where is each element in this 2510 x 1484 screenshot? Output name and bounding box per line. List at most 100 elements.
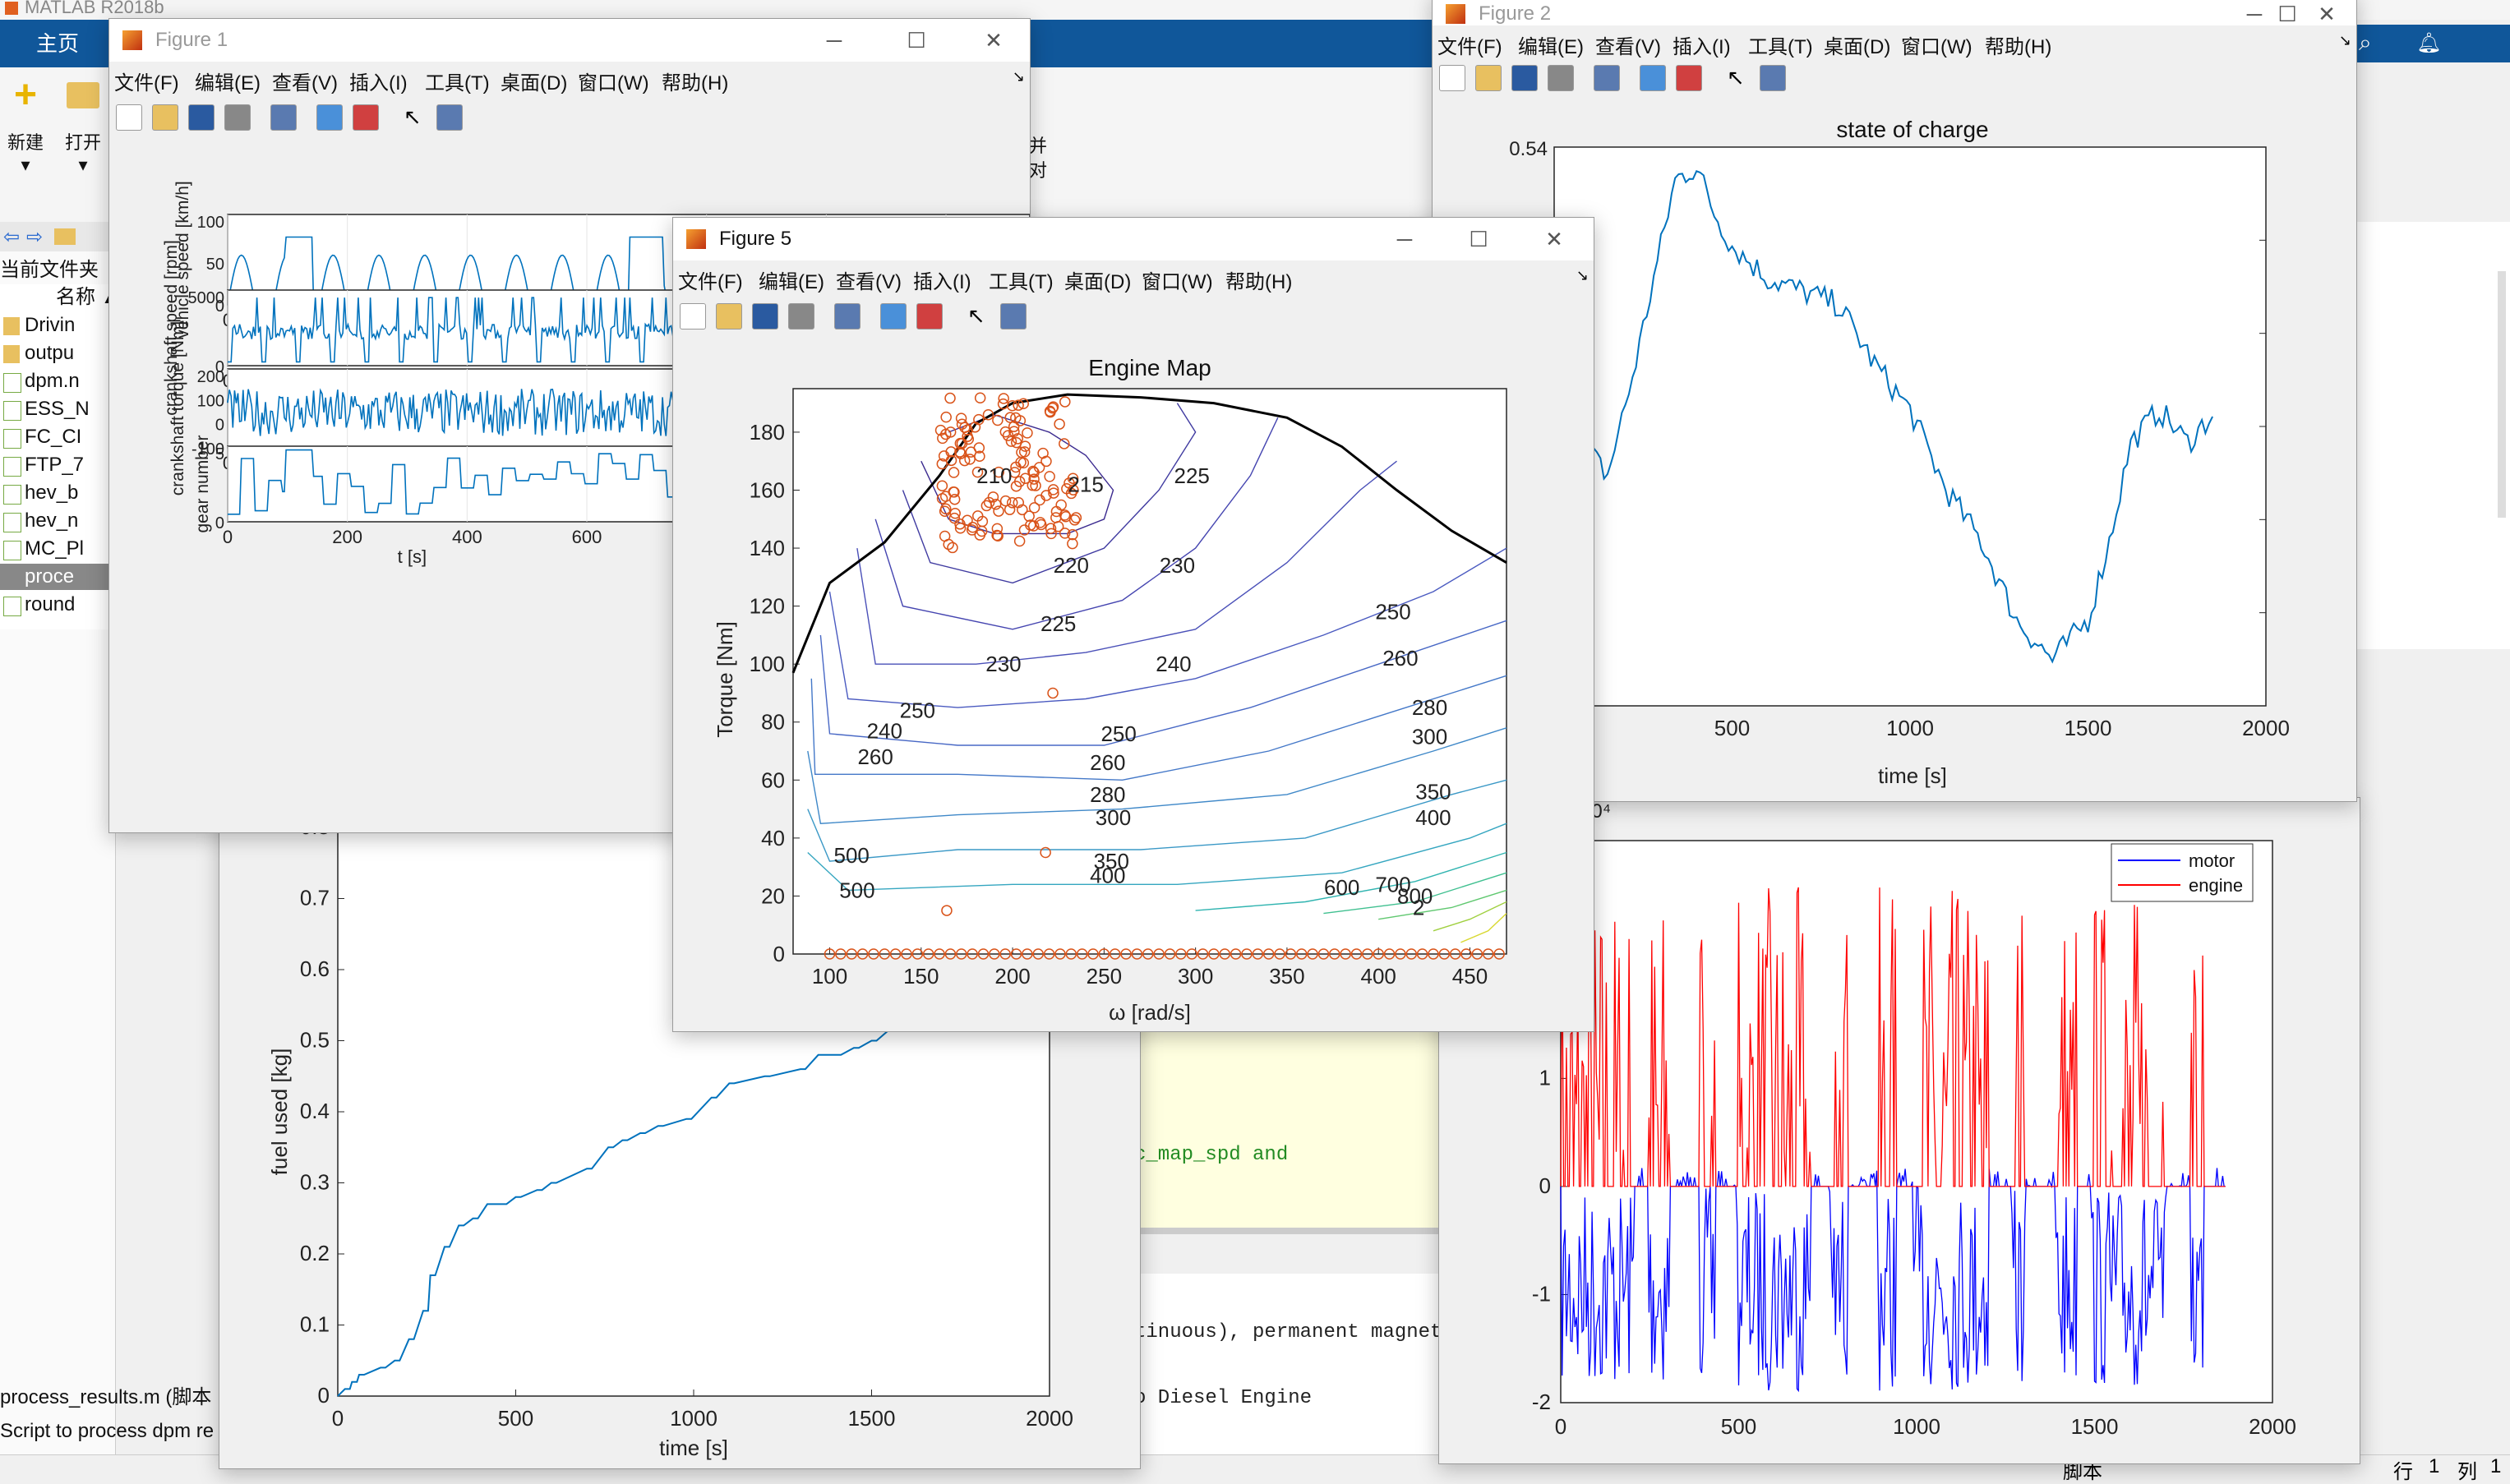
dock-arrow-icon[interactable]: ↘ bbox=[2339, 32, 2351, 49]
pointer-icon[interactable]: ↖ bbox=[1727, 65, 1751, 90]
maximize-button[interactable]: ☐ bbox=[2271, 0, 2304, 29]
print-icon[interactable] bbox=[788, 303, 814, 330]
new-figure-icon[interactable] bbox=[680, 303, 706, 330]
figure-1-titlebar[interactable]: Figure 1 ─ ☐ ✕ bbox=[109, 19, 1030, 62]
file-item[interactable]: hev_n bbox=[3, 508, 78, 534]
contour-label: 400 bbox=[1090, 864, 1125, 888]
figure-5-titlebar[interactable]: Figure 5 ─ ☐ ✕ bbox=[673, 218, 1594, 260]
menu-item-5[interactable]: 桌面(D) bbox=[1824, 30, 1890, 59]
ribbon-search[interactable]: ⌕ 🔔︎ bbox=[2351, 25, 2510, 62]
maximize-button[interactable]: ☐ bbox=[900, 25, 933, 55]
tick-label: 500 bbox=[1714, 716, 1750, 740]
minimize-button[interactable]: ─ bbox=[1388, 224, 1421, 254]
back-arrow-icon[interactable]: ⇦ bbox=[3, 225, 20, 249]
close-button[interactable]: ✕ bbox=[1538, 224, 1571, 254]
print-icon[interactable] bbox=[1548, 65, 1574, 91]
menu-item-1[interactable]: 编辑(E) bbox=[1518, 30, 1584, 59]
file-item[interactable]: hev_b bbox=[3, 480, 78, 506]
menu-item-6[interactable]: 窗口(W) bbox=[1142, 265, 1213, 294]
new-figure-icon[interactable] bbox=[116, 104, 142, 131]
menu-item-4[interactable]: 工具(T) bbox=[1748, 30, 1813, 59]
open-file-icon[interactable] bbox=[1475, 65, 1502, 91]
menu-item-2[interactable]: 查看(V) bbox=[272, 67, 338, 95]
figure-5-window[interactable]: Figure 5 ─ ☐ ✕ ↘ 文件(F) 编辑(E) 查看(V) 插入(I) 工具(… bbox=[672, 217, 1594, 1032]
minimize-button[interactable]: ─ bbox=[818, 25, 851, 55]
power-legend[interactable]: motor engine bbox=[2111, 843, 2254, 902]
minimize-button[interactable]: ─ bbox=[2238, 0, 2271, 29]
tick-label: 0 bbox=[215, 514, 224, 532]
new-button[interactable]: + 新建 ▾ bbox=[5, 76, 46, 176]
property-editor-icon[interactable] bbox=[1760, 65, 1786, 91]
menu-item-7[interactable]: 帮助(H) bbox=[662, 67, 728, 95]
file-item[interactable]: ESS_N bbox=[3, 396, 90, 422]
file-item[interactable]: dpm.n bbox=[3, 368, 80, 394]
print-icon[interactable] bbox=[224, 104, 251, 131]
file-item[interactable]: proce bbox=[0, 564, 115, 590]
bell-icon[interactable]: 🔔︎ bbox=[2416, 31, 2441, 55]
tick-label: 500 bbox=[498, 1406, 533, 1431]
save-icon[interactable] bbox=[1511, 65, 1538, 91]
forward-arrow-icon[interactable]: ⇨ bbox=[26, 225, 43, 249]
file-item[interactable]: FTP_7 bbox=[3, 452, 84, 478]
command-line-1: tinuous), permanent magnet bbox=[1134, 1321, 1442, 1343]
scrollbar[interactable] bbox=[2498, 271, 2506, 518]
menu-item-6[interactable]: 窗口(W) bbox=[578, 67, 649, 95]
menu-item-5[interactable]: 桌面(D) bbox=[1064, 265, 1131, 294]
menu-item-2[interactable]: 查看(V) bbox=[1595, 30, 1661, 59]
colorbar-icon[interactable] bbox=[316, 104, 343, 131]
editor-area[interactable]: c_map_spd and bbox=[1134, 1019, 1446, 1233]
colorbar-icon[interactable] bbox=[880, 303, 907, 330]
file-item[interactable]: round bbox=[3, 592, 75, 618]
pointer-icon[interactable]: ↖ bbox=[967, 303, 992, 328]
link-plot-icon[interactable] bbox=[834, 303, 861, 330]
legend-icon[interactable] bbox=[1676, 65, 1702, 91]
tab-home[interactable]: 主页 bbox=[0, 20, 115, 67]
menu-item-7[interactable]: 帮助(H) bbox=[1225, 265, 1292, 294]
save-icon[interactable] bbox=[188, 104, 215, 131]
search-icon[interactable]: ⌕ bbox=[2359, 30, 2372, 57]
menu-item-4[interactable]: 工具(T) bbox=[425, 67, 490, 95]
menu-item-0[interactable]: 文件(F) bbox=[1437, 30, 1502, 59]
command-window[interactable]: tinuous), permanent magnet o Diesel Engi… bbox=[1134, 1274, 1446, 1463]
property-editor-icon[interactable] bbox=[436, 104, 463, 131]
dock-arrow-icon[interactable]: ↘ bbox=[1013, 68, 1025, 85]
menu-item-3[interactable]: 插入(I) bbox=[1673, 30, 1731, 59]
folder-icon bbox=[3, 345, 20, 363]
property-editor-icon[interactable] bbox=[1000, 303, 1027, 330]
legend-icon[interactable] bbox=[353, 104, 379, 131]
menu-item-1[interactable]: 编辑(E) bbox=[759, 265, 824, 294]
file-item[interactable]: outpu bbox=[3, 340, 74, 366]
colorbar-icon[interactable] bbox=[1640, 65, 1666, 91]
menu-item-7[interactable]: 帮助(H) bbox=[1985, 30, 2051, 59]
close-button[interactable]: ✕ bbox=[2310, 0, 2343, 29]
matlab-logo-icon bbox=[5, 2, 18, 15]
menu-item-5[interactable]: 桌面(D) bbox=[501, 67, 567, 95]
file-item[interactable]: Drivin bbox=[3, 312, 75, 339]
close-button[interactable]: ✕ bbox=[977, 25, 1010, 55]
link-plot-icon[interactable] bbox=[270, 104, 297, 131]
file-description: Script to process dpm re bbox=[0, 1420, 215, 1442]
legend-icon[interactable] bbox=[916, 303, 943, 330]
tick-label: 400 bbox=[452, 527, 482, 547]
menu-item-0[interactable]: 文件(F) bbox=[114, 67, 179, 95]
menu-item-3[interactable]: 插入(I) bbox=[913, 265, 971, 294]
menu-item-4[interactable]: 工具(T) bbox=[989, 265, 1054, 294]
menu-item-2[interactable]: 查看(V) bbox=[836, 265, 902, 294]
new-figure-icon[interactable] bbox=[1439, 65, 1465, 91]
menu-item-3[interactable]: 插入(I) bbox=[349, 67, 408, 95]
open-button[interactable]: 打开 ▾ bbox=[62, 79, 104, 176]
maximize-button[interactable]: ☐ bbox=[1462, 224, 1495, 254]
open-file-icon[interactable] bbox=[716, 303, 742, 330]
menu-item-6[interactable]: 窗口(W) bbox=[1901, 30, 1972, 59]
pointer-icon[interactable]: ↖ bbox=[404, 104, 428, 129]
figure-1-title: Figure 1 bbox=[155, 29, 228, 51]
file-item[interactable]: FC_CI bbox=[3, 424, 81, 450]
save-icon[interactable] bbox=[752, 303, 778, 330]
dock-arrow-icon[interactable]: ↘ bbox=[1576, 267, 1589, 284]
menu-item-1[interactable]: 编辑(E) bbox=[195, 67, 261, 95]
file-item[interactable]: MC_Pl bbox=[3, 536, 84, 562]
browse-folder-icon[interactable] bbox=[54, 228, 76, 245]
open-file-icon[interactable] bbox=[152, 104, 178, 131]
menu-item-0[interactable]: 文件(F) bbox=[678, 265, 743, 294]
link-plot-icon[interactable] bbox=[1594, 65, 1620, 91]
